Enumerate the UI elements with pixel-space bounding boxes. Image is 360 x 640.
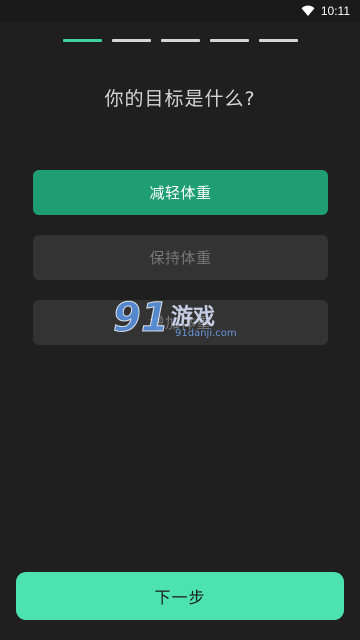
option-gain-weight[interactable]: 增加体重 [33, 300, 328, 345]
option-maintain-weight[interactable]: 保持体重 [33, 235, 328, 280]
next-button[interactable]: 下一步 [16, 572, 344, 620]
option-label: 减轻体重 [149, 184, 212, 202]
option-lose-weight[interactable]: 减轻体重 [33, 170, 328, 215]
status-icons: 10:11 [301, 3, 350, 19]
progress-step-5 [259, 39, 298, 42]
screen: 10:11 你的目标是什么? 减轻体重 保持体重 增加体重 91 游戏 91da… [0, 0, 360, 640]
progress-step-2 [112, 39, 151, 42]
status-time: 10:11 [320, 4, 350, 18]
step-progress [63, 39, 298, 42]
wifi-icon [301, 5, 315, 16]
progress-step-3 [161, 39, 200, 42]
progress-step-1 [63, 39, 102, 42]
question-title: 你的目标是什么? [104, 88, 256, 110]
progress-step-4 [210, 39, 249, 42]
status-bar: 10:11 [0, 0, 360, 22]
option-label: 增加体重 [149, 314, 212, 332]
option-label: 保持体重 [149, 249, 212, 267]
next-button-label: 下一步 [154, 588, 206, 607]
